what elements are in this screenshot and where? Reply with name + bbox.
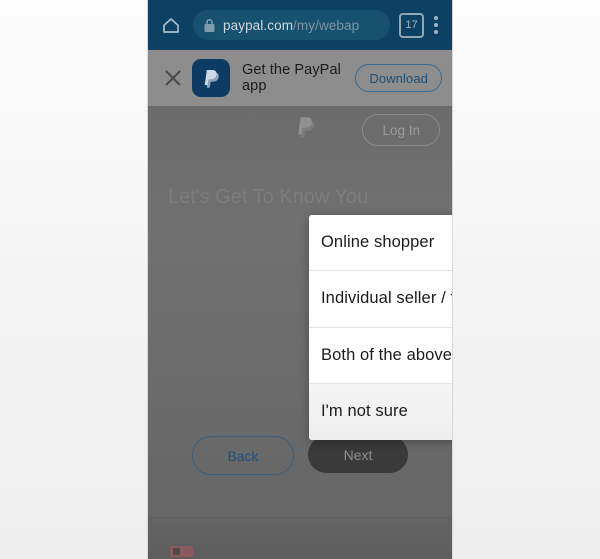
footer-badge	[170, 546, 193, 557]
tab-counter-label: 17	[405, 19, 418, 31]
page-navigation: Back Next	[148, 436, 452, 475]
paypal-app-icon	[192, 59, 230, 97]
tab-counter-button[interactable]: 17	[399, 12, 424, 38]
home-icon[interactable]	[158, 12, 184, 38]
url-bar[interactable]: paypal.com/my/webap	[193, 10, 390, 40]
next-button-label: Next	[343, 446, 373, 463]
login-button-label: Log In	[382, 122, 420, 138]
page-footer	[148, 518, 452, 559]
download-button[interactable]: Download	[355, 64, 442, 92]
option-row-im-not-sure[interactable]: I'm not sure	[309, 383, 452, 440]
app-install-banner: Get the PayPal app Download	[148, 50, 452, 106]
mobile-viewport: paypal.com/my/webap 17 Get the PayPal ap…	[148, 0, 452, 559]
page-title: Let's Get To Know You	[168, 186, 369, 208]
url-text: paypal.com/my/webap	[223, 18, 359, 33]
url-domain: paypal.com	[223, 17, 294, 33]
page-backdrop-left	[0, 0, 148, 559]
screenshot-root: paypal.com/my/webap 17 Get the PayPal ap…	[0, 0, 600, 559]
paypal-logo	[294, 114, 318, 145]
download-button-label: Download	[369, 70, 428, 86]
option-label: I'm not sure	[321, 402, 408, 421]
kebab-menu-icon[interactable]	[434, 13, 438, 37]
option-picker-dialog: Online shopper Individual seller / freel…	[309, 215, 452, 440]
kebab-dot	[434, 16, 438, 20]
page-backdrop-right	[452, 0, 600, 559]
back-button-label: Back	[227, 447, 259, 464]
kebab-dot	[434, 23, 438, 27]
app-banner-text: Get the PayPal app	[242, 62, 341, 94]
lock-icon	[203, 18, 216, 33]
next-button[interactable]: Next	[308, 436, 408, 473]
page-header: Log In	[148, 106, 452, 164]
kebab-dot	[434, 30, 438, 34]
back-button[interactable]: Back	[192, 436, 294, 475]
login-button[interactable]: Log In	[362, 114, 440, 146]
close-icon[interactable]	[162, 67, 184, 89]
option-row-online-shopper[interactable]: Online shopper	[309, 215, 452, 272]
option-row-both-of-the-above[interactable]: Both of the above	[309, 327, 452, 384]
browser-toolbar: paypal.com/my/webap 17	[148, 0, 452, 50]
option-label: Individual seller / freelancer	[321, 289, 452, 308]
option-label: Online shopper	[321, 233, 435, 252]
option-row-individual-seller[interactable]: Individual seller / freelancer	[309, 271, 452, 328]
url-path: /my/webap	[293, 17, 360, 33]
option-label: Both of the above	[321, 345, 452, 364]
